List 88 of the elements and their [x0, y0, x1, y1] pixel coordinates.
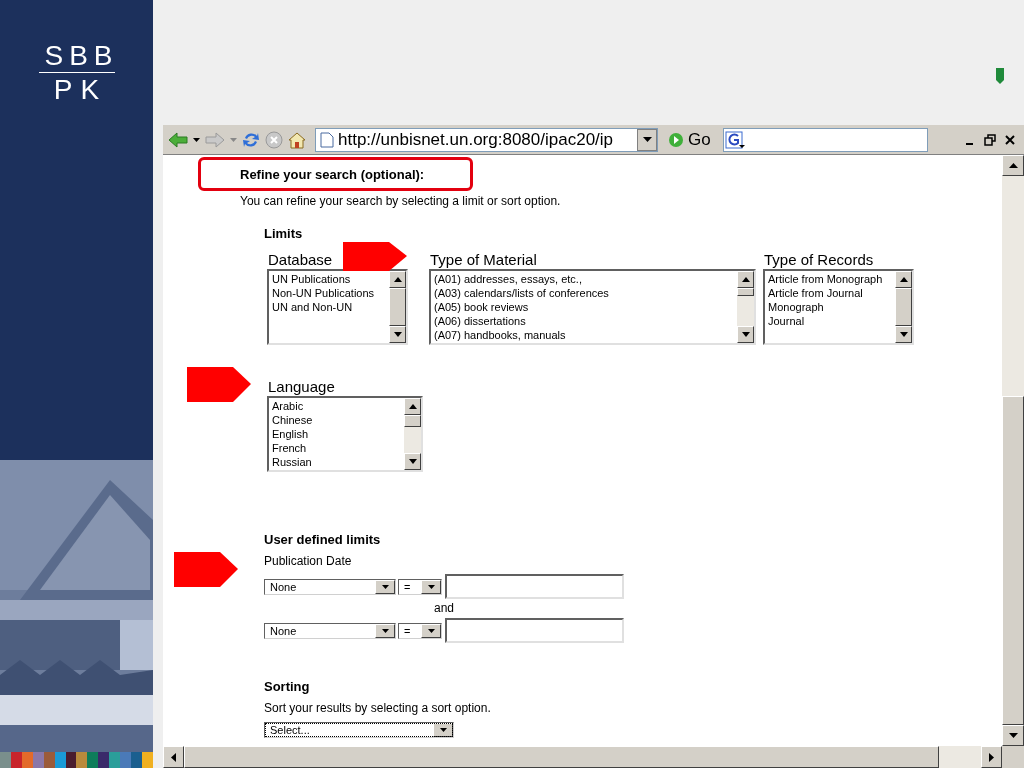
search-engine-icon[interactable]	[724, 130, 745, 149]
caret-icon	[381, 628, 389, 633]
page-icon	[320, 131, 334, 148]
caret-icon	[427, 584, 435, 589]
scrollbar-corner	[1002, 746, 1024, 768]
up-arrow-icon[interactable]	[741, 277, 750, 282]
caret-icon[interactable]	[193, 137, 200, 142]
caret-icon	[427, 628, 435, 633]
list-option[interactable]: Arabic	[272, 399, 404, 413]
arrow-shape	[174, 552, 240, 587]
scroll-bar[interactable]	[389, 271, 406, 343]
list-option[interactable]: Chinese	[272, 413, 404, 427]
down-arrow-icon[interactable]	[899, 332, 908, 337]
scroll-thumb[interactable]	[389, 288, 406, 326]
field-select[interactable]: None	[264, 578, 396, 595]
section-heading: User defined limits	[264, 532, 382, 548]
up-arrow-icon[interactable]	[393, 277, 402, 282]
close-icon[interactable]	[1004, 133, 1016, 146]
marker-icon	[996, 68, 1004, 84]
list-option[interactable]: French	[272, 441, 404, 455]
up-arrow-icon[interactable]	[408, 404, 417, 409]
stop-icon[interactable]	[265, 130, 283, 149]
scroll-bar[interactable]	[404, 398, 421, 470]
list-box[interactable]: UN Publications Non-UN Publications UN and Non-UN	[267, 269, 408, 345]
intro-text: Sort your results by selecting a sort option.	[264, 701, 492, 716]
restore-icon[interactable]	[984, 133, 996, 146]
list-label: Type of Records	[763, 251, 874, 269]
logo-text: PK	[52, 73, 108, 107]
sort-select[interactable]: Select...	[264, 722, 454, 738]
down-arrow-icon[interactable]	[408, 459, 417, 464]
section-heading: Refine your search (optional):	[240, 167, 426, 183]
right-arrow-icon[interactable]	[989, 752, 994, 762]
list-label: Language	[267, 378, 335, 396]
intro-text: You can refine your search by selecting a limit or sort option.	[240, 194, 562, 209]
list-option[interactable]: UN Publications	[272, 272, 389, 286]
list-option[interactable]: (A01) addresses, essays, etc.,	[434, 272, 737, 286]
arrow-shape	[187, 367, 253, 402]
address-text: http://unbisnet.un.org:8080/ipac20/ip	[338, 128, 615, 151]
operator-select[interactable]: =	[398, 578, 442, 595]
scroll-bar[interactable]	[737, 271, 754, 343]
list-option[interactable]: (A05) book reviews	[434, 300, 737, 314]
down-arrow-icon[interactable]	[1008, 733, 1018, 738]
joiner-text: and	[433, 601, 456, 616]
list-option[interactable]: UN and Non-UN	[272, 300, 389, 314]
list-label: Type of Material	[429, 251, 537, 269]
list-option[interactable]: Article from Monograph	[768, 272, 895, 286]
home-icon[interactable]	[287, 130, 307, 149]
scroll-thumb[interactable]	[895, 288, 912, 326]
go-icon	[668, 131, 684, 148]
section-heading: Limits	[264, 226, 304, 242]
dropdown-button[interactable]	[637, 128, 657, 151]
down-arrow-icon[interactable]	[393, 332, 402, 337]
up-arrow-icon[interactable]	[899, 277, 908, 282]
list-label: Database	[267, 251, 333, 269]
up-arrow-icon[interactable]	[1008, 163, 1018, 168]
value-field[interactable]	[445, 574, 624, 599]
value-field[interactable]	[445, 618, 624, 643]
list-option[interactable]: Non-UN Publications	[272, 286, 389, 300]
left-arrow-icon[interactable]	[171, 752, 176, 762]
search-field[interactable]	[722, 127, 928, 152]
arrow-shape	[343, 242, 409, 271]
field-label: Publication Date	[264, 554, 353, 569]
horizontal-scrollbar[interactable]	[163, 746, 1002, 768]
list-box[interactable]: Arabic Chinese English French Russian	[267, 396, 423, 472]
field-select[interactable]: None	[264, 622, 396, 639]
list-option[interactable]: (A03) calendars/lists of conferences	[434, 286, 737, 300]
down-arrow-icon[interactable]	[741, 332, 750, 337]
section-heading: Sorting	[264, 679, 311, 695]
list-option[interactable]: Journal	[768, 314, 895, 328]
list-box[interactable]: Article from Monograph Article from Journal Monograph Journal	[763, 269, 914, 345]
logo-text: SBB	[38, 40, 115, 73]
go-button[interactable]: Go	[668, 127, 711, 152]
list-option[interactable]: (A07) handbooks, manuals	[434, 328, 737, 342]
scroll-bar[interactable]	[895, 271, 912, 343]
list-box[interactable]: (A01) addresses, essays, etc., (A03) calendars/lists of conferences (A05) book reviews (A06) dissertations (A07) handbooks, manuals	[429, 269, 756, 345]
list-option[interactable]: English	[272, 427, 404, 441]
operator-select[interactable]: =	[398, 622, 442, 639]
vertical-scrollbar[interactable]	[1002, 155, 1024, 746]
list-option[interactable]: (A06) dissertations	[434, 314, 737, 328]
caret-icon	[439, 728, 447, 732]
caret-icon	[642, 137, 652, 142]
list-option[interactable]: Monograph	[768, 300, 895, 314]
list-option[interactable]: Article from Journal	[768, 286, 895, 300]
list-option[interactable]: Russian	[272, 455, 404, 469]
scroll-thumb[interactable]	[404, 415, 421, 427]
address-field[interactable]: http://unbisnet.un.org:8080/ipac20/ip	[315, 127, 658, 152]
caret-icon	[381, 584, 389, 589]
scroll-thumb[interactable]	[737, 288, 754, 296]
